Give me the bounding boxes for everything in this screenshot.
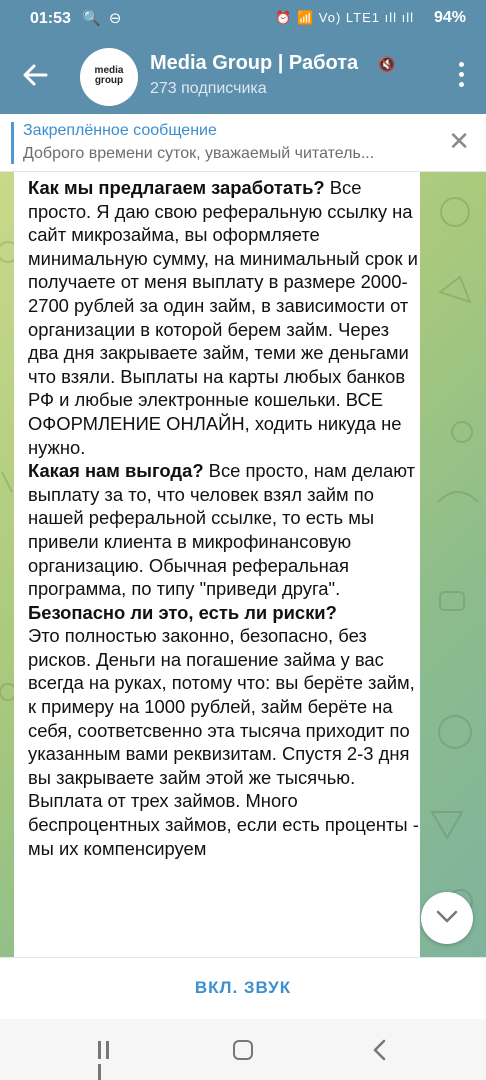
subscriber-count: 273 подписчика bbox=[150, 80, 267, 97]
answer-earn: Все просто. Я даю свою реферальную ссылк… bbox=[28, 177, 418, 458]
message-bubble[interactable]: Как мы предлагаем заработать? Все просто… bbox=[14, 172, 420, 957]
question-safety: Безопасно ли это, есть ли риски? bbox=[28, 601, 337, 623]
bottom-bar: ВКЛ. ЗВУК bbox=[0, 957, 486, 1019]
back-arrow-icon[interactable] bbox=[20, 60, 50, 90]
channel-avatar[interactable]: media group bbox=[80, 48, 138, 106]
close-icon[interactable]: ✕ bbox=[448, 128, 470, 154]
chat-header: media group Media Group | Работа 🔇 273 п… bbox=[0, 38, 486, 114]
scroll-down-button[interactable] bbox=[421, 892, 473, 944]
battery-level: 94% bbox=[433, 9, 466, 26]
question-benefit: Какая нам выгода? bbox=[28, 460, 204, 482]
question-earn: Как мы предлагаем заработать? bbox=[28, 177, 325, 198]
status-time: 01:53 bbox=[30, 10, 71, 27]
pinned-indicator bbox=[11, 122, 14, 164]
chat-area[interactable]: Как мы предлагаем заработать? Все просто… bbox=[0, 172, 486, 957]
status-bar: 01:53 🔍 ⊖ ⏰ 📶 Vo) LTE1 ıll ıll 94% bbox=[0, 0, 486, 38]
more-menu-icon[interactable] bbox=[458, 62, 466, 90]
chevron-down-icon bbox=[436, 910, 458, 923]
status-right-icons: ⏰ 📶 Vo) LTE1 ıll ıll bbox=[275, 10, 414, 25]
muted-icon: 🔇 bbox=[378, 56, 396, 72]
nav-back-icon[interactable] bbox=[372, 1039, 388, 1061]
channel-title[interactable]: Media Group | Работа bbox=[150, 52, 358, 75]
answer-safety: Это полностью законно, безопасно, без ри… bbox=[28, 625, 419, 859]
unmute-button[interactable]: ВКЛ. ЗВУК bbox=[0, 978, 486, 998]
recent-apps-icon[interactable] bbox=[98, 1041, 118, 1080]
pinned-text: Доброго времени суток, уважаемый читател… bbox=[23, 145, 375, 162]
pinned-title: Закреплённое сообщение bbox=[23, 122, 217, 139]
message-text: Как мы предлагаем заработать? Все просто… bbox=[28, 176, 420, 860]
system-nav-bar bbox=[0, 1019, 486, 1080]
avatar-logo-text-2: group bbox=[94, 75, 124, 86]
pinned-message-bar[interactable]: Закреплённое сообщение Доброго времени с… bbox=[0, 114, 486, 172]
top-bar: 01:53 🔍 ⊖ ⏰ 📶 Vo) LTE1 ıll ıll 94% media… bbox=[0, 0, 486, 114]
home-icon[interactable] bbox=[233, 1040, 253, 1060]
status-left-icons: 🔍 ⊖ bbox=[82, 10, 124, 27]
